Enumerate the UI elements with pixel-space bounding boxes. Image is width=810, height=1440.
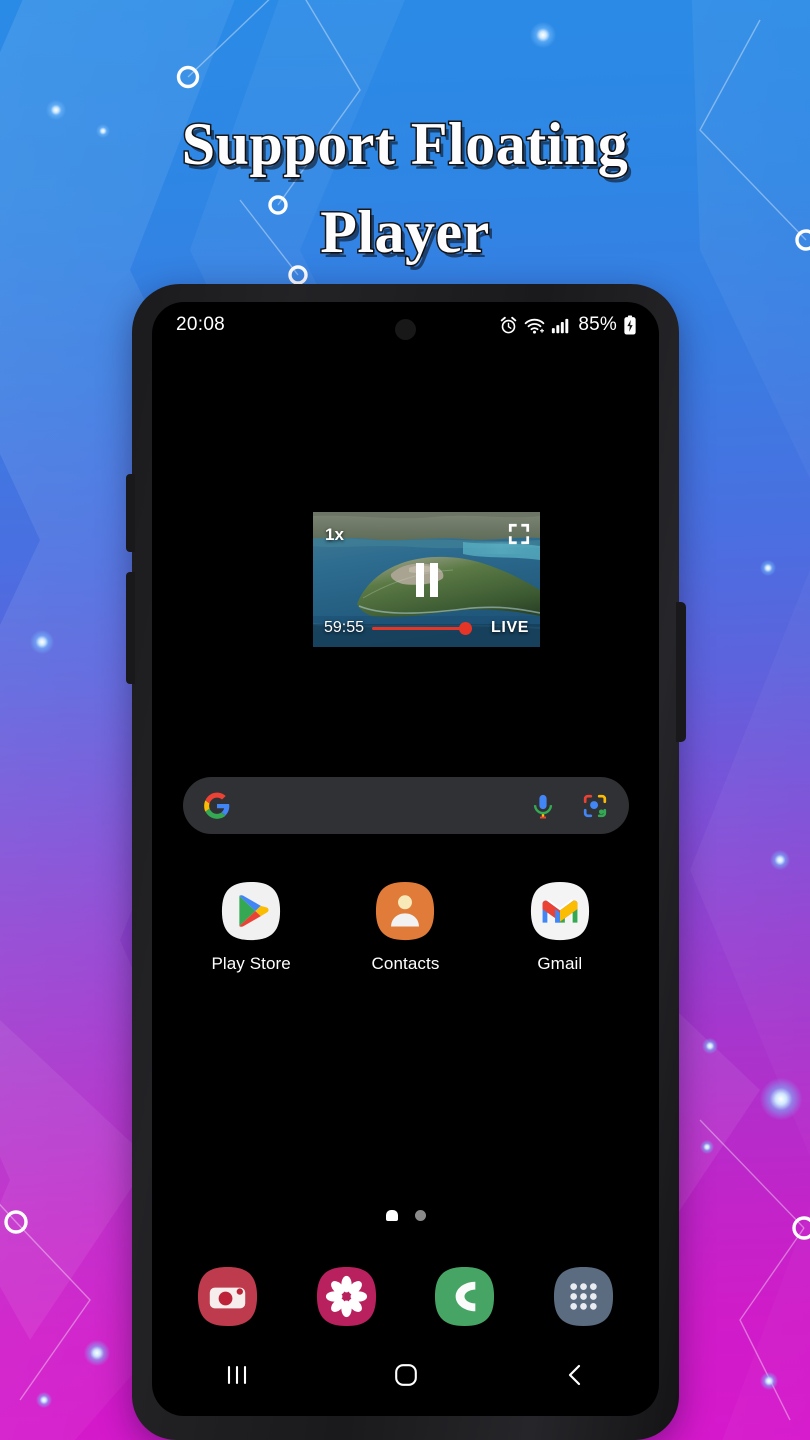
seek-bar[interactable]: [372, 621, 483, 635]
pause-bar-left: [415, 562, 424, 597]
signal-icon: [552, 318, 569, 333]
play-store-icon: [222, 881, 281, 941]
app-label: Gmail: [537, 954, 583, 973]
search-input[interactable]: [231, 777, 529, 834]
home-button[interactable]: [383, 1359, 429, 1391]
pause-bar-right: [429, 562, 438, 597]
page-dot[interactable]: [414, 1210, 426, 1221]
page-title: Support Floating Player: [0, 100, 810, 276]
google-search-bar[interactable]: [183, 777, 629, 834]
home-icon: [394, 1364, 417, 1386]
page-title-line-2: Player: [319, 198, 491, 267]
pause-button[interactable]: [415, 562, 438, 597]
phone-icon[interactable]: [433, 1265, 496, 1328]
battery-charging-icon: [624, 315, 636, 335]
back-button[interactable]: [552, 1359, 598, 1391]
gmail-icon: [530, 881, 589, 941]
page-title-line-1: Support Floating: [180, 110, 629, 179]
navigation-bar: [152, 1352, 659, 1398]
playback-speed-badge[interactable]: 1x: [325, 525, 344, 545]
google-g-icon: [204, 792, 230, 819]
status-icons: 85%: [499, 314, 637, 336]
home-page-indicator: [152, 1210, 659, 1221]
seek-bar-thumb[interactable]: [459, 621, 473, 635]
live-badge: LIVE: [491, 619, 529, 636]
contacts-icon: [376, 881, 435, 941]
app-label: Play Store: [211, 954, 291, 973]
microphone-icon[interactable]: [529, 792, 557, 820]
elapsed-time-label: 59:55: [324, 619, 365, 636]
seek-bar-fill: [372, 626, 466, 630]
front-camera-punchhole: [395, 319, 416, 340]
app-drawer-icon[interactable]: [552, 1265, 615, 1328]
alarm-icon: [501, 316, 517, 333]
google-lens-icon[interactable]: [581, 792, 609, 820]
app-gmail[interactable]: Gmail: [500, 880, 620, 974]
power-button[interactable]: [676, 602, 686, 742]
battery-percent-label: 85%: [578, 314, 617, 335]
back-icon: [568, 1364, 580, 1386]
wifi-icon: [525, 318, 545, 334]
fullscreen-icon[interactable]: [508, 523, 530, 545]
recents-button[interactable]: [214, 1359, 260, 1391]
status-clock: 20:08: [176, 314, 226, 335]
floating-video-player[interactable]: 1x 59:55 LIVE: [313, 512, 540, 647]
page-dot-active[interactable]: [385, 1210, 398, 1221]
camera-icon[interactable]: [196, 1265, 259, 1328]
phone-screen: 20:08 85% 1x 59:55 LIVE Play Store Conta…: [152, 302, 659, 1416]
phone-mockup: 20:08 85% 1x 59:55 LIVE Play Store Conta…: [126, 284, 686, 1440]
home-app-grid: Play Store Contacts Gmail: [152, 880, 659, 974]
recents-icon: [227, 1365, 246, 1385]
app-contacts[interactable]: Contacts: [345, 880, 465, 974]
gallery-icon[interactable]: [315, 1265, 378, 1328]
app-play-store[interactable]: Play Store: [191, 880, 311, 974]
volume-down-button[interactable]: [126, 572, 135, 684]
app-label: Contacts: [371, 954, 440, 973]
player-controls-bar: 59:55 LIVE: [313, 615, 540, 641]
volume-up-button[interactable]: [126, 474, 135, 552]
home-dock: [152, 1265, 659, 1328]
